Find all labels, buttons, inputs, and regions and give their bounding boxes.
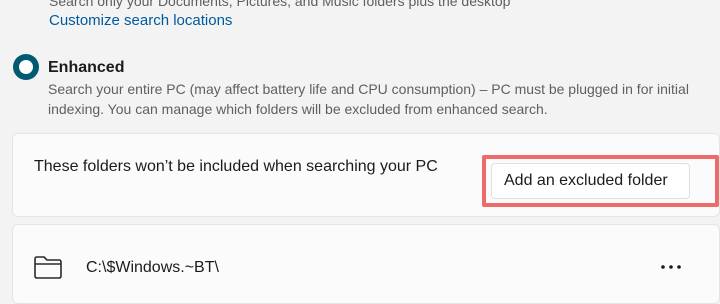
highlight-annotation: Add an excluded folder [482,155,719,207]
add-excluded-folder-button[interactable]: Add an excluded folder [491,163,690,199]
folder-icon [34,256,62,279]
enhanced-title: Enhanced [48,59,125,76]
enhanced-description: Search your entire PC (may affect batter… [48,81,689,117]
customize-search-locations-link[interactable]: Customize search locations [49,12,232,29]
more-options-icon[interactable] [655,255,687,279]
excluded-folders-card: These folders won’t be included when sea… [12,133,720,217]
excluded-folder-path: C:\$Windows.~BT\ [86,259,219,276]
classic-description: Search only your Documents, Pictures, an… [49,0,511,9]
excluded-folder-row: C:\$Windows.~BT\ [12,224,720,304]
enhanced-radio-button[interactable] [13,54,39,80]
excluded-folders-header: These folders won’t be included when sea… [34,158,438,175]
radio-selected-dot [19,60,33,74]
